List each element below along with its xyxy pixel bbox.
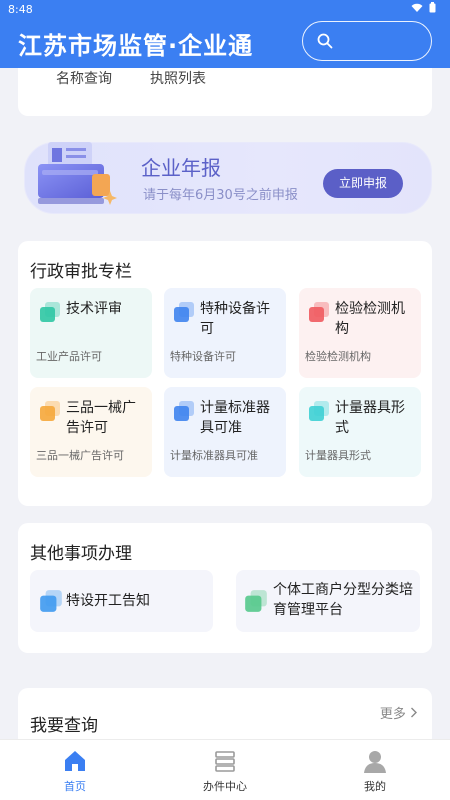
- inspection-agency-icon: [309, 302, 329, 322]
- status-time: 8:48: [8, 3, 33, 16]
- measurement-standard-icon: [174, 401, 194, 421]
- task-center-icon: [215, 751, 235, 772]
- wifi-icon: [411, 3, 422, 12]
- declare-now-button[interactable]: 立即申报: [323, 169, 403, 198]
- advertising-permit-icon: [40, 401, 60, 421]
- nav-task-center-label: 办件中心: [203, 780, 247, 793]
- search-input[interactable]: [343, 30, 423, 52]
- nav-home[interactable]: 首页: [0, 740, 150, 800]
- other-item-tile[interactable]: 特设开工告知: [30, 570, 213, 632]
- individual-business-icon: [245, 590, 267, 612]
- admin-tile-name: 特种设备许可: [200, 301, 270, 337]
- app-title: 江苏市场监管·企业通: [18, 32, 254, 60]
- nav-mine[interactable]: 我的: [300, 740, 450, 800]
- battery-icon: [429, 2, 436, 13]
- admin-tile-desc: 计量标准器具可准: [170, 449, 258, 462]
- admin-tile-desc: 特种设备许可: [170, 350, 236, 363]
- admin-tile-name: 技术评审: [66, 301, 122, 317]
- tech-review-icon: [40, 302, 60, 322]
- admin-tile-icon-wrap: [172, 300, 196, 324]
- quick-query-card: 名称查询 执照列表: [18, 68, 432, 116]
- admin-tile[interactable]: 计量器具形式 计量器具形式: [299, 387, 421, 477]
- other-item-icon-wrap: [38, 588, 64, 614]
- other-item-tile[interactable]: 个体工商户分型分类培育管理平台: [236, 570, 420, 632]
- banner-title: 企业年报: [141, 156, 221, 180]
- admin-tile[interactable]: 三品一械广告许可 三品一械广告许可: [30, 387, 152, 477]
- admin-tile-desc: 三品一械广告许可: [36, 449, 124, 462]
- other-section-title: 其他事项办理: [30, 544, 132, 564]
- admin-tile-name: 三品一械广告许可: [66, 400, 136, 436]
- admin-tile-icon-wrap: [38, 300, 62, 324]
- construction-notice-icon: [40, 590, 62, 612]
- admin-tile-icon-wrap: [307, 300, 331, 324]
- status-bar: 8:48: [0, 0, 450, 18]
- admin-tile-icon-wrap: [38, 399, 62, 423]
- admin-tile-name: 计量器具形式: [335, 400, 405, 436]
- admin-tile[interactable]: 检验检测机构 检验检测机构: [299, 288, 421, 378]
- admin-tile-name: 检验检测机构: [335, 301, 405, 337]
- admin-tile-desc: 工业产品许可: [36, 350, 102, 363]
- report-illustration: [38, 142, 117, 205]
- special-equipment-icon: [174, 302, 194, 322]
- system-icons: [411, 2, 437, 16]
- other-items-card: 其他事项办理 特设开工告知 个体工商户分型分类培育管理平台: [18, 523, 432, 653]
- other-item-name: 特设开工告知: [66, 593, 150, 609]
- name-query-link[interactable]: 名称查询: [56, 68, 112, 88]
- search-box[interactable]: [302, 21, 432, 61]
- nav-home-label: 首页: [64, 780, 86, 793]
- admin-tile-desc: 计量器具形式: [305, 449, 371, 462]
- app-header: 江苏市场监管·企业通: [0, 18, 450, 68]
- nav-mine-label: 我的: [364, 780, 386, 793]
- banner-subtitle: 请于每年6月30号之前申报: [143, 188, 298, 203]
- admin-tile[interactable]: 技术评审工业产品许可: [30, 288, 152, 378]
- bottom-nav: 首页 办件中心 我的: [0, 739, 450, 800]
- query-section-title: 我要查询: [30, 716, 98, 736]
- search-icon[interactable]: [317, 33, 333, 49]
- chevron-right-icon: [411, 707, 417, 718]
- home-icon: [65, 751, 85, 771]
- measuring-instrument-icon: [309, 401, 329, 421]
- other-item-name: 个体工商户分型分类培育管理平台: [273, 582, 413, 618]
- other-item-icon-wrap: [243, 588, 269, 614]
- license-list-link[interactable]: 执照列表: [150, 68, 206, 88]
- admin-approval-card: 行政审批专栏 技术评审 工业产品许可 特种设备许可 特种设备许可 检验检测机构 检验检测机…: [18, 241, 432, 506]
- more-link[interactable]: 更多: [380, 703, 418, 722]
- admin-section-title: 行政审批专栏: [30, 262, 132, 282]
- admin-tile-name: 计量标准器具可准: [200, 400, 270, 436]
- admin-tile[interactable]: 特种设备许可 特种设备许可: [164, 288, 286, 378]
- nav-task-center[interactable]: 办件中心: [150, 740, 300, 800]
- more-label: 更多: [379, 707, 406, 722]
- admin-tile[interactable]: 计量标准器具可准 计量标准器具可准: [164, 387, 286, 477]
- user-icon: [364, 751, 386, 773]
- admin-tile-desc: 检验检测机构: [305, 350, 371, 363]
- admin-tile-icon-wrap: [172, 399, 196, 423]
- admin-tile-icon-wrap: [307, 399, 331, 423]
